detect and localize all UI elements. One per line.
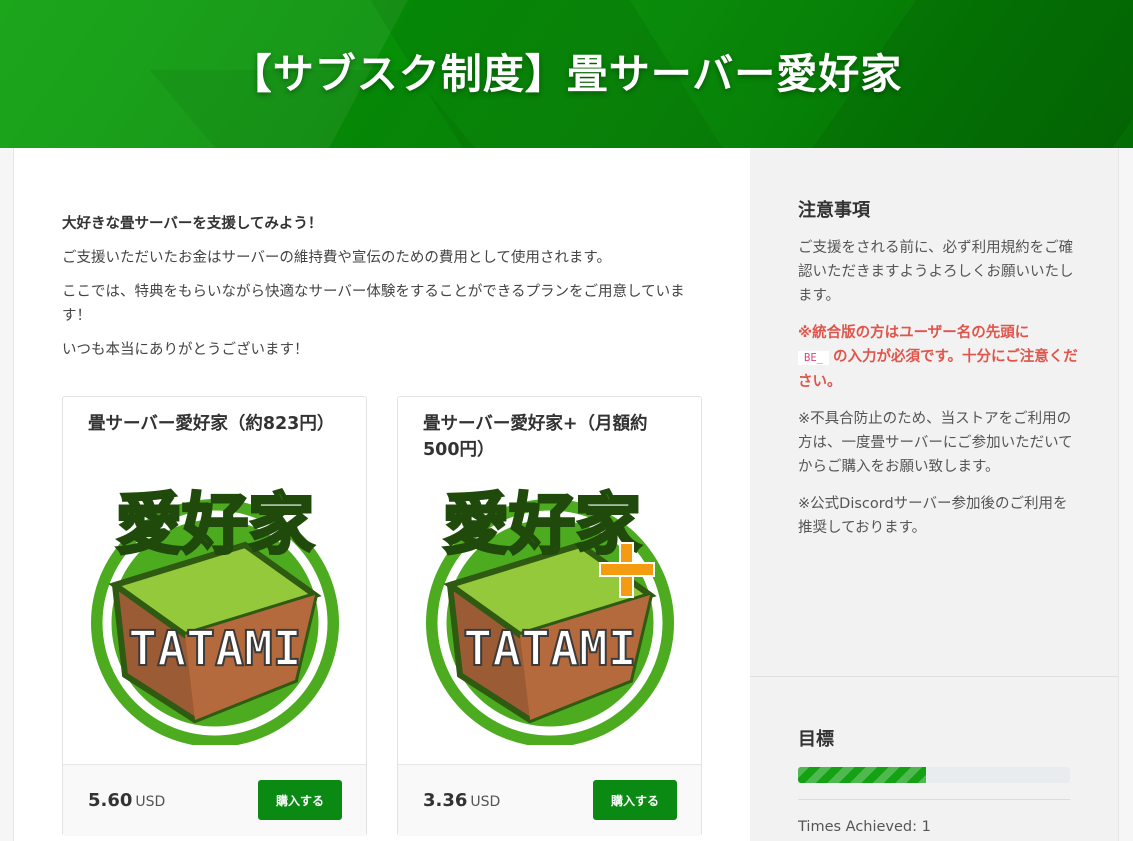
package-price: 3.36 USD: [423, 790, 501, 811]
notice-warning: ※統合版の方はユーザー名の先頭に BE_ の入力が必須です。十分にご注意ください。: [798, 325, 1078, 390]
price-currency: USD: [135, 794, 166, 810]
notice-paragraph: ※不具合防止のため、当ストアをご利用の方は、一度畳サーバーにご参加いただいてから…: [798, 411, 1073, 475]
notice-title: 注意事項: [798, 200, 870, 221]
package-title: 畳サーバー愛好家（約823円）: [88, 414, 335, 434]
logo-kanji: 愛好家: [443, 486, 641, 563]
logo-word: TATAMI: [128, 621, 301, 677]
logo-word: TATAMI: [463, 621, 636, 677]
buy-button[interactable]: 購入する: [593, 780, 677, 820]
buy-button[interactable]: 購入する: [258, 780, 342, 820]
notice-module: 注意事項 ご支援をされる前に、必ず利用規約をご確認いただきますようよろしくお願い…: [798, 196, 1078, 553]
goal-progress-bar: [798, 767, 1070, 783]
logo-kanji: 愛好家: [116, 486, 314, 563]
goal-title: 目標: [798, 729, 834, 750]
intro-lead: 大好きな畳サーバーを支援してみよう！: [62, 216, 323, 232]
notice-paragraph: ※公式Discordサーバー参加後のご利用を推奨しております。: [798, 496, 1068, 536]
sidebar-divider: [750, 676, 1119, 677]
tatami-plus-logo-icon: 愛好家 TATAMI: [426, 485, 674, 745]
package-title: 畳サーバー愛好家+（月額約500円）: [423, 414, 648, 460]
intro-paragraph: ご支援いただいたお金はサーバーの維持費や宣伝のための費用として使用されます。: [62, 250, 611, 266]
goal-divider: [798, 799, 1070, 800]
intro-text: 大好きな畳サーバーを支援してみよう！ ご支援いただいたお金はサーバーの維持費や宣…: [62, 212, 712, 372]
price-currency: USD: [470, 794, 501, 810]
package-footer: 3.36 USD 購入する: [398, 764, 701, 836]
package-price: 5.60 USD: [88, 790, 166, 811]
goal-progress-fill: [798, 767, 926, 783]
intro-paragraph: ここでは、特典をもらいながら快適なサーバー体験をすることができるプランをご用意し…: [62, 284, 685, 324]
package-card[interactable]: 畳サーバー愛好家（約823円） 愛好家 TATAMI 5.60 USD 購入する: [62, 396, 367, 836]
notice-paragraph: ご支援をされる前に、必ず利用規約をご確認いただきますようよろしくお願いいたします…: [798, 240, 1074, 304]
sidebar: 注意事項 ご支援をされる前に、必ず利用規約をご確認いただきますようよろしくお願い…: [750, 148, 1119, 841]
package-footer: 5.60 USD 購入する: [63, 764, 366, 836]
intro-paragraph: いつも本当にありがとうございます！: [62, 342, 309, 358]
page-title: 【サブスク制度】畳サーバー愛好家: [230, 50, 903, 98]
tatami-logo-icon: 愛好家 TATAMI: [91, 485, 339, 745]
username-prefix-code: BE_: [798, 351, 829, 365]
page-header: 【サブスク制度】畳サーバー愛好家: [0, 0, 1133, 148]
main-content: 大好きな畳サーバーを支援してみよう！ ご支援いただいたお金はサーバーの維持費や宣…: [13, 148, 750, 841]
package-card[interactable]: 畳サーバー愛好家+（月額約500円） 愛好家 TATAMI 3.36 USD 購入…: [397, 396, 702, 836]
goal-module: 目標 Times Achieved: 1: [798, 725, 1070, 835]
times-achieved: Times Achieved: 1: [798, 819, 931, 835]
